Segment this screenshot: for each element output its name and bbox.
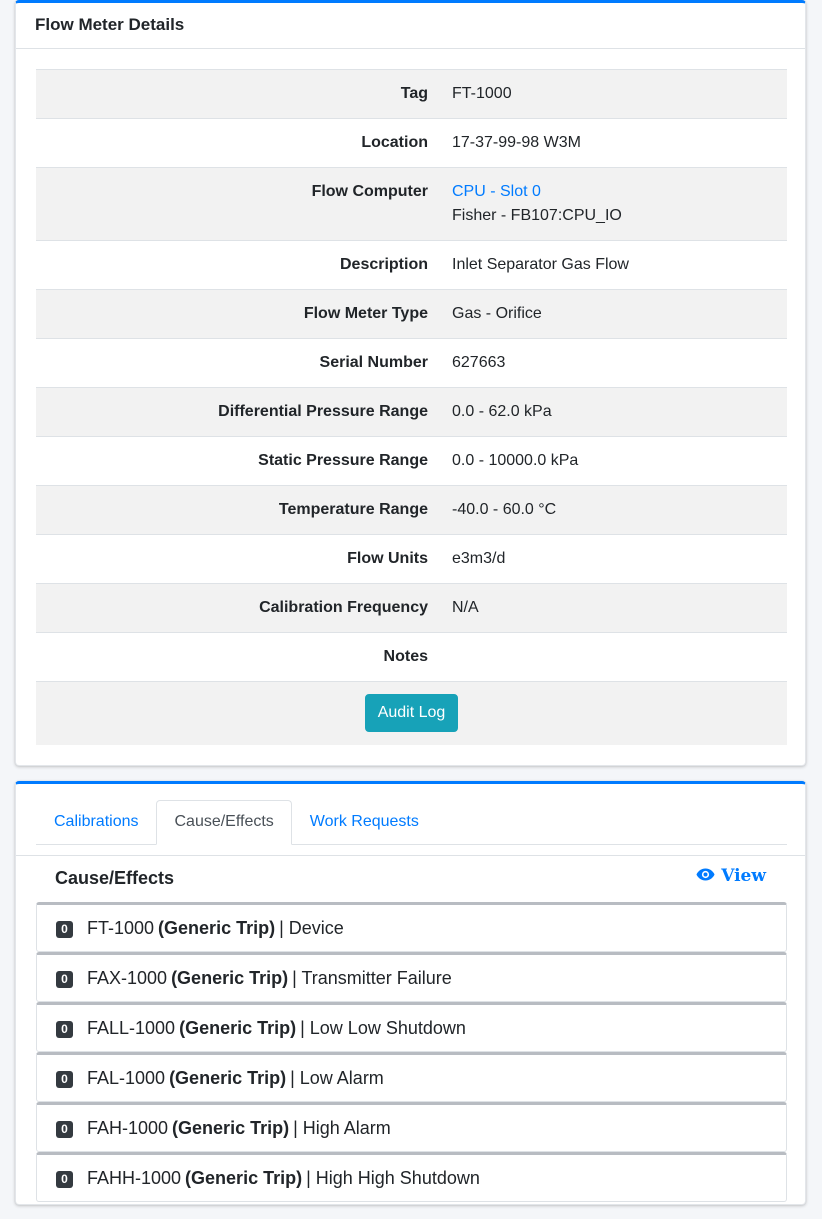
row-dp-range: Differential Pressure Range 0.0 - 62.0 k… bbox=[36, 387, 787, 437]
item-desc: | Low Alarm bbox=[290, 1067, 384, 1088]
row-value: 0.0 - 62.0 kPa bbox=[440, 387, 787, 437]
row-cal-frequency: Calibration Frequency N/A bbox=[36, 583, 787, 633]
item-desc: | Device bbox=[279, 917, 344, 938]
audit-log-button[interactable]: Audit Log bbox=[364, 694, 459, 732]
count-badge: 0 bbox=[56, 970, 73, 988]
divider bbox=[16, 855, 805, 856]
count-badge: 0 bbox=[56, 920, 73, 938]
row-flow-units: Flow Units e3m3/d bbox=[36, 534, 787, 584]
item-desc: | High Alarm bbox=[293, 1117, 391, 1138]
item-tag: FAX-1000 bbox=[87, 967, 168, 988]
row-label: Flow Meter Type bbox=[36, 289, 440, 339]
item-kind: (Generic Trip) bbox=[171, 967, 289, 988]
tab-calibrations[interactable]: Calibrations bbox=[36, 800, 156, 843]
list-item[interactable]: 0 FAHH-1000 (Generic Trip) | High High S… bbox=[36, 1152, 787, 1202]
cause-effects-list: 0 FT-1000 (Generic Trip) | Device 0 FAX-… bbox=[36, 902, 787, 1202]
item-desc: | Low Low Shutdown bbox=[300, 1017, 466, 1038]
row-label: Location bbox=[36, 118, 440, 168]
count-badge: 0 bbox=[56, 1020, 73, 1038]
item-kind: (Generic Trip) bbox=[172, 1117, 290, 1138]
flow-computer-link[interactable]: CPU - Slot 0 bbox=[452, 183, 541, 200]
cause-effects-title: Cause/Effects bbox=[55, 868, 175, 888]
row-value: N/A bbox=[440, 583, 787, 633]
row-value: Gas - Orifice bbox=[440, 289, 787, 339]
row-value: 17-37-99-98 W3M bbox=[440, 118, 787, 168]
row-value: FT-1000 bbox=[440, 69, 787, 119]
row-label: Static Pressure Range bbox=[36, 436, 440, 486]
row-audit: Audit Log bbox=[36, 681, 787, 745]
row-serial-number: Serial Number 627663 bbox=[36, 338, 787, 388]
tab-work-requests[interactable]: Work Requests bbox=[292, 800, 437, 843]
row-value bbox=[440, 632, 787, 682]
tab-bar: Calibrations Cause/Effects Work Requests bbox=[36, 800, 787, 845]
item-desc: | High High Shutdown bbox=[306, 1167, 480, 1188]
item-desc: | Transmitter Failure bbox=[292, 967, 452, 988]
row-label: Serial Number bbox=[36, 338, 440, 388]
view-button[interactable]: View bbox=[696, 866, 766, 886]
row-label: Flow Units bbox=[36, 534, 440, 584]
view-label: View bbox=[721, 866, 766, 886]
row-value: e3m3/d bbox=[440, 534, 787, 584]
item-kind: (Generic Trip) bbox=[158, 917, 276, 938]
row-tag: Tag FT-1000 bbox=[36, 69, 787, 119]
row-label: Differential Pressure Range bbox=[36, 387, 440, 437]
item-kind: (Generic Trip) bbox=[169, 1067, 287, 1088]
row-label: Description bbox=[36, 240, 440, 290]
list-item[interactable]: 0 FAH-1000 (Generic Trip) | High Alarm bbox=[36, 1102, 787, 1152]
item-tag: FAH-1000 bbox=[87, 1117, 169, 1138]
row-notes: Notes bbox=[36, 632, 787, 682]
flow-meter-details-card: Flow Meter Details Tag FT-1000 Location … bbox=[15, 0, 806, 766]
row-label: Tag bbox=[36, 69, 440, 119]
item-tag: FAHH-1000 bbox=[87, 1167, 182, 1188]
card-header: Flow Meter Details bbox=[16, 3, 805, 49]
audit-cell: Audit Log bbox=[36, 681, 787, 745]
card-title: Flow Meter Details bbox=[35, 15, 185, 34]
tab-cause-effects[interactable]: Cause/Effects bbox=[156, 800, 292, 845]
row-sp-range: Static Pressure Range 0.0 - 10000.0 kPa bbox=[36, 436, 787, 486]
row-value: Inlet Separator Gas Flow bbox=[440, 240, 787, 290]
list-item[interactable]: 0 FT-1000 (Generic Trip) | Device bbox=[36, 902, 787, 952]
details-table: Tag FT-1000 Location 17-37-99-98 W3M Flo… bbox=[36, 69, 787, 745]
item-tag: FAL-1000 bbox=[87, 1067, 166, 1088]
row-value: CPU - Slot 0 Fisher - FB107:CPU_IO bbox=[440, 167, 787, 241]
row-label: Flow Computer bbox=[36, 167, 440, 241]
list-item[interactable]: 0 FALL-1000 (Generic Trip) | Low Low Shu… bbox=[36, 1002, 787, 1052]
flow-computer-model: Fisher - FB107:CPU_IO bbox=[452, 207, 622, 224]
row-location: Location 17-37-99-98 W3M bbox=[36, 118, 787, 168]
count-badge: 0 bbox=[56, 1120, 73, 1138]
row-value: -40.0 - 60.0 °C bbox=[440, 485, 787, 535]
row-label: Temperature Range bbox=[36, 485, 440, 535]
row-label: Notes bbox=[36, 632, 440, 682]
item-tag: FALL-1000 bbox=[87, 1017, 176, 1038]
count-badge: 0 bbox=[56, 1170, 73, 1188]
item-kind: (Generic Trip) bbox=[179, 1017, 297, 1038]
row-label: Calibration Frequency bbox=[36, 583, 440, 633]
list-item[interactable]: 0 FAL-1000 (Generic Trip) | Low Alarm bbox=[36, 1052, 787, 1102]
item-tag: FT-1000 bbox=[87, 917, 155, 938]
eye-icon bbox=[696, 866, 715, 886]
row-value: 627663 bbox=[440, 338, 787, 388]
row-temp-range: Temperature Range -40.0 - 60.0 °C bbox=[36, 485, 787, 535]
row-value: 0.0 - 10000.0 kPa bbox=[440, 436, 787, 486]
list-item[interactable]: 0 FAX-1000 (Generic Trip) | Transmitter … bbox=[36, 952, 787, 1002]
item-kind: (Generic Trip) bbox=[185, 1167, 303, 1188]
row-description: Description Inlet Separator Gas Flow bbox=[36, 240, 787, 290]
count-badge: 0 bbox=[56, 1070, 73, 1088]
row-flow-meter-type: Flow Meter Type Gas - Orifice bbox=[36, 289, 787, 339]
row-flow-computer: Flow Computer CPU - Slot 0 Fisher - FB10… bbox=[36, 167, 787, 241]
tabs-card: Calibrations Cause/Effects Work Requests… bbox=[15, 781, 806, 1205]
